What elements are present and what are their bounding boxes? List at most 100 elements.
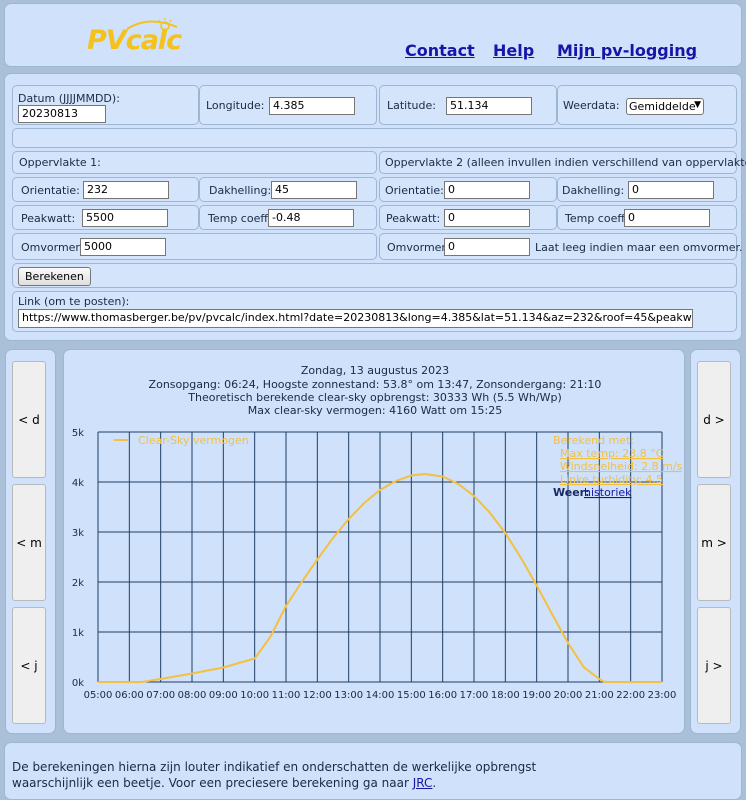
x-tick-label: 22:00 [616,690,645,701]
jrc-link[interactable]: JRC [413,776,433,790]
x-tick-label: 16:00 [428,690,457,701]
windsnelheid-link: Windsnelheid: 2.8 m/s [560,460,683,473]
surface2-title-cell: Oppervlakte 2 (alleen invullen indien ve… [379,151,746,174]
chart-panel: Zondag, 13 augustus 2023 Zonsopgang: 06:… [63,349,685,734]
link-label: Link (om te posten): [18,295,130,308]
s2-tempcoeff-input[interactable]: 0 [624,209,710,227]
weerdata-label: Weerdata: [563,99,620,112]
s2-dakhelling-label: Dakhelling: [562,184,625,197]
x-tick-label: 09:00 [209,690,238,701]
prev-year-button[interactable]: < j [12,607,46,724]
datum-label: Datum (JJJJMMDD): [18,92,120,105]
pvcalc-logo: PVcalc [87,17,187,59]
longitude-cell: Longitude: 4.385 [199,85,377,125]
disclaimer-body: De berekeningen hierna zijn louter indik… [12,760,537,790]
s1-peakwatt-label: Peakwatt: [21,212,76,225]
surface1-title: Oppervlakte 1: [19,156,101,169]
clear-sky-chart: 05:00 06:00 07:00 08:00 09:00 10:00 11:00 12:00… [72,428,683,701]
longitude-label: Longitude: [206,99,265,112]
x-tick-label: 05:00 [84,690,113,701]
surface2-title: Oppervlakte 2 (alleen invullen indien ve… [385,156,746,169]
x-tick-label: 12:00 [303,690,332,701]
next-month-button[interactable]: m > [697,484,731,601]
s2-omvormer-cell: Omvormer: 0 Laat leeg indien maar een om… [379,233,743,260]
nav-pv-logging-link[interactable]: Mijn pv-logging [557,41,697,60]
s2-tempcoeff-label: Temp coeff: [565,212,629,225]
x-tick-label: 14:00 [366,690,395,701]
s2-orientatie-label: Orientatie: [385,184,444,197]
datum-input[interactable]: 20230813 [18,105,106,123]
x-tick-label: 23:00 [648,690,677,701]
submit-row: Berekenen [12,263,737,288]
left-nav-panel: < d < m < j [5,349,56,734]
datum-cell: Datum (JJJJMMDD): 20230813 [12,85,199,125]
footer-disclaimer: De berekeningen hierna zijn louter indik… [4,742,742,800]
s1-peakwatt-cell: Peakwatt: 5500 [12,205,199,230]
y-tick-label: 4k [72,478,84,489]
x-tick-label: 13:00 [334,690,363,701]
x-tick-label: 19:00 [522,690,551,701]
y-tick-label: 0k [72,678,84,689]
s1-tempcoeff-label: Temp coeff: [208,212,272,225]
x-tick-label: 20:00 [554,690,583,701]
s1-peakwatt-input[interactable]: 5500 [82,209,168,227]
latitude-cell: Latitude: 51.134 [379,85,557,125]
link-row: Link (om te posten): https://www.thomasb… [12,291,737,332]
next-day-button[interactable]: d > [697,361,731,478]
s2-peakwatt-input[interactable]: 0 [444,209,530,227]
linke-turbidity-link: Linke turbidity: 4.5 [560,473,663,486]
s2-omvormer-label: Omvormer: [387,241,450,254]
s2-tempcoeff-cell: Temp coeff: 0 [557,205,737,230]
nav-help-link[interactable]: Help [493,41,534,60]
s1-dakhelling-cell: Dakhelling: 45 [199,177,377,202]
header-bar: PVcalc Contact Help Mijn pv-logging [4,3,742,67]
weerdata-cell: Weerdata: Gemiddelde ▼ [557,85,737,125]
longitude-input[interactable]: 4.385 [269,97,355,115]
s1-orientatie-cell: Orientatie: 232 [12,177,199,202]
right-nav-panel: d > m > j > [690,349,741,734]
share-link-input[interactable]: https://www.thomasberger.be/pv/pvcalc/in… [18,309,693,328]
s2-peakwatt-label: Peakwatt: [386,212,441,225]
prev-day-button[interactable]: < d [12,361,46,478]
y-tick-label: 1k [72,628,84,639]
s2-dakhelling-cell: Dakhelling: 0 [557,177,737,202]
s2-dakhelling-input[interactable]: 0 [628,181,714,199]
disclaimer-text: De berekeningen hierna zijn louter indik… [12,759,612,791]
latitude-label: Latitude: [387,99,436,112]
nav-contact-link[interactable]: Contact [405,41,475,60]
x-tick-label: 21:00 [585,690,614,701]
surface1-title-cell: Oppervlakte 1: [12,151,377,174]
x-tick-label: 11:00 [272,690,301,701]
y-tick-label: 2k [72,578,84,589]
x-tick-label: 07:00 [146,690,175,701]
empty-row [12,128,737,148]
s1-orientatie-input[interactable]: 232 [83,181,169,199]
latitude-input[interactable]: 51.134 [446,97,532,115]
y-tick-label: 5k [72,428,84,439]
next-year-button[interactable]: j > [697,607,731,724]
s1-omvormer-label: Omvormer: [21,241,84,254]
y-tick-label: 3k [72,528,84,539]
max-temp-link: Max temp: 23.8 °C [560,447,664,460]
weer-historiek-link[interactable]: historiek [584,486,632,499]
s1-dakhelling-input[interactable]: 45 [271,181,357,199]
berekend-met-label: Berekend met: [553,434,634,447]
s2-orientatie-input[interactable]: 0 [444,181,530,199]
berekenen-button[interactable]: Berekenen [18,267,91,286]
s2-omvormer-input[interactable]: 0 [444,238,530,256]
x-tick-label: 18:00 [491,690,520,701]
s1-tempcoeff-input[interactable]: -0.48 [268,209,354,227]
legend-label: Clear-Sky vermogen [138,434,249,447]
x-tick-label: 06:00 [115,690,144,701]
s1-omvormer-input[interactable]: 5000 [80,238,166,256]
x-tick-label: 10:00 [240,690,269,701]
chevron-down-icon: ▼ [694,100,701,110]
logo-text: PVcalc [87,25,182,56]
s2-orientatie-cell: Orientatie: 0 [379,177,557,202]
x-tick-label: 15:00 [397,690,426,701]
s1-omvormer-cell: Omvormer: 5000 [12,233,377,260]
omvormer-hint: Laat leeg indien maar een omvormer. [535,241,743,254]
weerdata-select[interactable]: Gemiddelde ▼ [626,98,704,115]
prev-month-button[interactable]: < m [12,484,46,601]
weerdata-selected-value: Gemiddelde [629,100,696,113]
